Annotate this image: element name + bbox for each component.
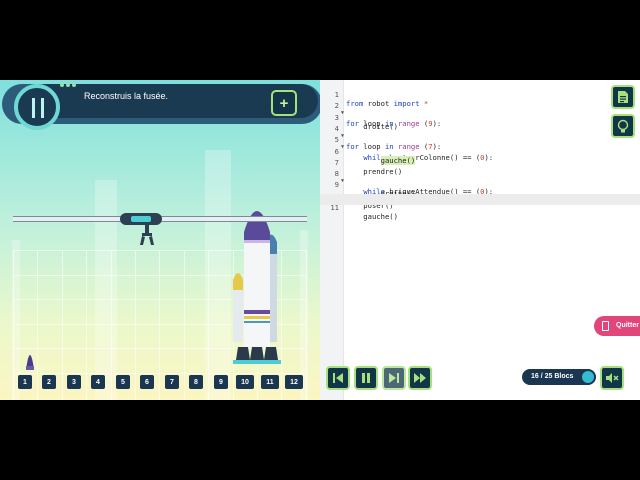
lightbulb-icon [617, 119, 629, 132]
document-icon [618, 91, 628, 103]
instruction-text: Reconstruis la fusée. [84, 91, 169, 101]
skip-back-icon [333, 373, 343, 383]
pause-button[interactable] [354, 366, 378, 390]
column-number: 12 [285, 375, 303, 389]
rocket-piece [26, 355, 34, 370]
document-button[interactable] [611, 85, 635, 109]
code-line-active[interactable]: 11 gauche() [320, 194, 640, 221]
column-number: 10 [236, 375, 254, 389]
quit-label: Quitter [616, 322, 639, 329]
column-number: 2 [42, 375, 56, 389]
level-medal-icon[interactable] [14, 84, 60, 130]
column-number: 3 [67, 375, 81, 389]
fast-forward-icon [414, 373, 426, 383]
code-line[interactable]: 9 droite() [320, 171, 640, 198]
code-line[interactable]: 3 droite() [320, 104, 640, 131]
code-text: gauche() [346, 212, 398, 221]
column-number: 8 [189, 375, 203, 389]
add-button[interactable]: + [271, 90, 297, 116]
exit-door-icon [602, 321, 609, 331]
column-number: 4 [91, 375, 105, 389]
fast-forward-button[interactable] [408, 366, 432, 390]
column-number: 11 [261, 375, 279, 389]
code-line[interactable]: 5 ▼ while hauteurColonne() == (0): [320, 126, 640, 162]
level-header: Reconstruis la fusée. + [0, 80, 320, 130]
game-panel: Reconstruis la fusée. + 1 2 3 4 5 6 7 8 … [0, 80, 320, 400]
code-line[interactable]: 2 ▼ for loop in range (9): [320, 92, 640, 128]
line-number: 11 [330, 203, 339, 212]
crane-carriage [120, 213, 162, 225]
reset-button[interactable] [326, 366, 350, 390]
code-line[interactable]: 10 poser() [320, 183, 640, 210]
code-line[interactable]: 7 prendre() [320, 149, 640, 176]
code-line[interactable]: 8 ▼ while briqueAttendue() == (0): [320, 160, 640, 196]
pause-icon [362, 373, 370, 383]
column-labels: 1 2 3 4 5 6 7 8 9 10 11 12 [0, 372, 320, 392]
claw-icon [140, 225, 154, 245]
speaker-muted-icon [606, 373, 619, 383]
code-line[interactable]: 1 from robot import * [320, 81, 640, 108]
block-counter: 16 / 25 Blocs [522, 369, 596, 385]
step-forward-icon [389, 373, 399, 383]
quit-button[interactable]: Quitter [594, 316, 640, 336]
mute-button[interactable] [600, 366, 624, 390]
plus-icon: + [279, 94, 289, 112]
step-button[interactable] [382, 366, 406, 390]
column-number: 5 [116, 375, 130, 389]
level-progress-dots [60, 83, 76, 87]
block-counter-text: 16 / 25 Blocs [531, 373, 574, 380]
column-number: 9 [214, 375, 228, 389]
code-editor[interactable]: 1 from robot import * 2 ▼ for loop in ra… [320, 80, 640, 400]
app-window: Reconstruis la fusée. + 1 2 3 4 5 6 7 8 … [0, 80, 640, 400]
hint-button[interactable] [611, 114, 635, 138]
code-line[interactable]: 6 gauche() [320, 138, 640, 165]
column-number: 1 [18, 375, 32, 389]
code-line[interactable]: 4 ▼ for loop in range (7): [320, 115, 640, 151]
column-number: 7 [165, 375, 179, 389]
column-number: 6 [140, 375, 154, 389]
block-counter-knob [582, 371, 594, 383]
